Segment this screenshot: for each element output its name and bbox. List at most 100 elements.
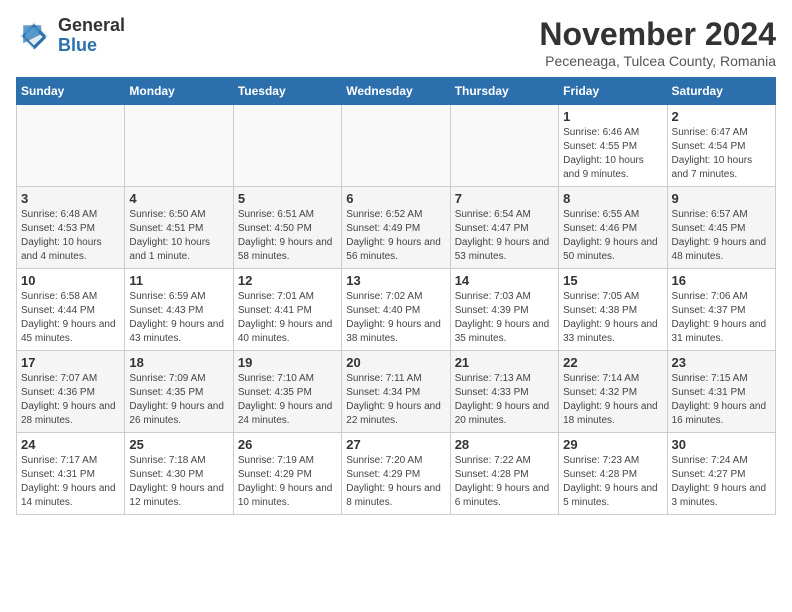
- calendar-cell: 10 Sunrise: 6:58 AM Sunset: 4:44 PM Dayli…: [17, 269, 125, 351]
- day-info: Sunrise: 7:05 AM Sunset: 4:38 PM Dayligh…: [563, 290, 662, 346]
- calendar-cell: 30Sunrise: 7:24 AM Sunset: 4:27 PM Dayli…: [667, 433, 775, 515]
- calendar-cell: [233, 105, 341, 187]
- day-info: Sunrise: 7:24 AM Sunset: 4:27 PM Dayligh…: [672, 454, 771, 510]
- day-info: Sunrise: 6:46 AM Sunset: 4:55 PM Dayligh…: [563, 126, 662, 182]
- day-info: Sunrise: 7:20 AM Sunset: 4:29 PM Dayligh…: [346, 454, 445, 510]
- calendar-cell: [17, 105, 125, 187]
- calendar-cell: 29 Sunrise: 7:23 AM Sunset: 4:28 PM Dayli…: [559, 433, 667, 515]
- day-number: 2: [672, 109, 771, 124]
- day-number: 12: [238, 273, 337, 288]
- day-info: Sunrise: 6:48 AM Sunset: 4:53 PM Dayligh…: [21, 208, 120, 264]
- day-number: 4: [129, 191, 228, 206]
- day-info: Sunrise: 6:52 AM Sunset: 4:49 PM Dayligh…: [346, 208, 445, 264]
- day-info: Sunrise: 6:50 AM Sunset: 4:51 PM Dayligh…: [129, 208, 228, 264]
- calendar-cell: [450, 105, 558, 187]
- day-info: Sunrise: 6:47 AM Sunset: 4:54 PM Dayligh…: [672, 126, 771, 182]
- day-number: 15: [563, 273, 662, 288]
- calendar-cell: 22Sunrise: 7:14 AM Sunset: 4:32 PM Dayli…: [559, 351, 667, 433]
- day-number: 21: [455, 355, 554, 370]
- day-number: 20: [346, 355, 445, 370]
- header: General Blue November 2024 Peceneaga, Tu…: [16, 16, 776, 69]
- day-info: Sunrise: 7:02 AM Sunset: 4:40 PM Dayligh…: [346, 290, 445, 346]
- day-number: 24: [21, 437, 120, 452]
- day-number: 11: [129, 273, 228, 288]
- day-number: 3: [21, 191, 120, 206]
- location: Peceneaga, Tulcea County, Romania: [539, 53, 776, 69]
- day-info: Sunrise: 6:55 AM Sunset: 4:46 PM Dayligh…: [563, 208, 662, 264]
- calendar-cell: 14Sunrise: 7:03 AM Sunset: 4:39 PM Dayli…: [450, 269, 558, 351]
- day-info: Sunrise: 7:06 AM Sunset: 4:37 PM Dayligh…: [672, 290, 771, 346]
- col-header-friday: Friday: [559, 78, 667, 105]
- calendar-table: SundayMondayTuesdayWednesdayThursdayFrid…: [16, 77, 776, 515]
- calendar-cell: 15 Sunrise: 7:05 AM Sunset: 4:38 PM Dayli…: [559, 269, 667, 351]
- calendar-cell: 27 Sunrise: 7:20 AM Sunset: 4:29 PM Dayli…: [342, 433, 450, 515]
- logo: General Blue: [16, 16, 125, 56]
- day-info: Sunrise: 7:23 AM Sunset: 4:28 PM Dayligh…: [563, 454, 662, 510]
- day-number: 29: [563, 437, 662, 452]
- calendar-cell: 16Sunrise: 7:06 AM Sunset: 4:37 PM Dayli…: [667, 269, 775, 351]
- calendar-cell: 1Sunrise: 6:46 AM Sunset: 4:55 PM Daylig…: [559, 105, 667, 187]
- day-info: Sunrise: 7:17 AM Sunset: 4:31 PM Dayligh…: [21, 454, 120, 510]
- day-info: Sunrise: 7:07 AM Sunset: 4:36 PM Dayligh…: [21, 372, 120, 428]
- header-row: SundayMondayTuesdayWednesdayThursdayFrid…: [17, 78, 776, 105]
- calendar-cell: 26Sunrise: 7:19 AM Sunset: 4:29 PM Dayli…: [233, 433, 341, 515]
- logo-blue: Blue: [58, 35, 97, 55]
- day-number: 28: [455, 437, 554, 452]
- calendar-cell: 23 Sunrise: 7:15 AM Sunset: 4:31 PM Dayli…: [667, 351, 775, 433]
- day-info: Sunrise: 6:54 AM Sunset: 4:47 PM Dayligh…: [455, 208, 554, 264]
- calendar-cell: 13 Sunrise: 7:02 AM Sunset: 4:40 PM Dayli…: [342, 269, 450, 351]
- day-number: 26: [238, 437, 337, 452]
- col-header-tuesday: Tuesday: [233, 78, 341, 105]
- col-header-monday: Monday: [125, 78, 233, 105]
- day-number: 5: [238, 191, 337, 206]
- calendar-cell: 9Sunrise: 6:57 AM Sunset: 4:45 PM Daylig…: [667, 187, 775, 269]
- day-number: 22: [563, 355, 662, 370]
- day-info: Sunrise: 7:01 AM Sunset: 4:41 PM Dayligh…: [238, 290, 337, 346]
- calendar-cell: [342, 105, 450, 187]
- calendar-row-3: 10 Sunrise: 6:58 AM Sunset: 4:44 PM Dayli…: [17, 269, 776, 351]
- calendar-cell: 2 Sunrise: 6:47 AM Sunset: 4:54 PM Daylig…: [667, 105, 775, 187]
- calendar-cell: 6Sunrise: 6:52 AM Sunset: 4:49 PM Daylig…: [342, 187, 450, 269]
- calendar-row-5: 24 Sunrise: 7:17 AM Sunset: 4:31 PM Dayli…: [17, 433, 776, 515]
- logo-icon: [16, 18, 52, 54]
- day-number: 19: [238, 355, 337, 370]
- day-info: Sunrise: 7:11 AM Sunset: 4:34 PM Dayligh…: [346, 372, 445, 428]
- calendar-cell: 5Sunrise: 6:51 AM Sunset: 4:50 PM Daylig…: [233, 187, 341, 269]
- calendar-cell: 8 Sunrise: 6:55 AM Sunset: 4:46 PM Daylig…: [559, 187, 667, 269]
- calendar-cell: [125, 105, 233, 187]
- calendar-cell: 19 Sunrise: 7:10 AM Sunset: 4:35 PM Dayli…: [233, 351, 341, 433]
- day-number: 7: [455, 191, 554, 206]
- day-number: 10: [21, 273, 120, 288]
- calendar-row-4: 17 Sunrise: 7:07 AM Sunset: 4:36 PM Dayli…: [17, 351, 776, 433]
- day-info: Sunrise: 7:22 AM Sunset: 4:28 PM Dayligh…: [455, 454, 554, 510]
- logo-general: General: [58, 15, 125, 35]
- calendar-cell: 7 Sunrise: 6:54 AM Sunset: 4:47 PM Daylig…: [450, 187, 558, 269]
- title-area: November 2024 Peceneaga, Tulcea County, …: [539, 16, 776, 69]
- col-header-thursday: Thursday: [450, 78, 558, 105]
- calendar-cell: 21Sunrise: 7:13 AM Sunset: 4:33 PM Dayli…: [450, 351, 558, 433]
- calendar-cell: 20 Sunrise: 7:11 AM Sunset: 4:34 PM Dayli…: [342, 351, 450, 433]
- calendar-row-2: 3 Sunrise: 6:48 AM Sunset: 4:53 PM Daylig…: [17, 187, 776, 269]
- day-number: 27: [346, 437, 445, 452]
- calendar-row-1: 1Sunrise: 6:46 AM Sunset: 4:55 PM Daylig…: [17, 105, 776, 187]
- calendar-cell: 17 Sunrise: 7:07 AM Sunset: 4:36 PM Dayli…: [17, 351, 125, 433]
- day-info: Sunrise: 7:03 AM Sunset: 4:39 PM Dayligh…: [455, 290, 554, 346]
- month-title: November 2024: [539, 16, 776, 53]
- day-info: Sunrise: 6:57 AM Sunset: 4:45 PM Dayligh…: [672, 208, 771, 264]
- col-header-wednesday: Wednesday: [342, 78, 450, 105]
- col-header-sunday: Sunday: [17, 78, 125, 105]
- day-info: Sunrise: 7:10 AM Sunset: 4:35 PM Dayligh…: [238, 372, 337, 428]
- day-number: 8: [563, 191, 662, 206]
- day-number: 25: [129, 437, 228, 452]
- calendar-cell: 18Sunrise: 7:09 AM Sunset: 4:35 PM Dayli…: [125, 351, 233, 433]
- calendar-cell: 28 Sunrise: 7:22 AM Sunset: 4:28 PM Dayli…: [450, 433, 558, 515]
- day-number: 17: [21, 355, 120, 370]
- day-info: Sunrise: 6:58 AM Sunset: 4:44 PM Dayligh…: [21, 290, 120, 346]
- day-number: 23: [672, 355, 771, 370]
- calendar-cell: 24 Sunrise: 7:17 AM Sunset: 4:31 PM Dayli…: [17, 433, 125, 515]
- day-number: 18: [129, 355, 228, 370]
- calendar-cell: 4 Sunrise: 6:50 AM Sunset: 4:51 PM Daylig…: [125, 187, 233, 269]
- day-number: 13: [346, 273, 445, 288]
- day-info: Sunrise: 7:15 AM Sunset: 4:31 PM Dayligh…: [672, 372, 771, 428]
- calendar-cell: 11Sunrise: 6:59 AM Sunset: 4:43 PM Dayli…: [125, 269, 233, 351]
